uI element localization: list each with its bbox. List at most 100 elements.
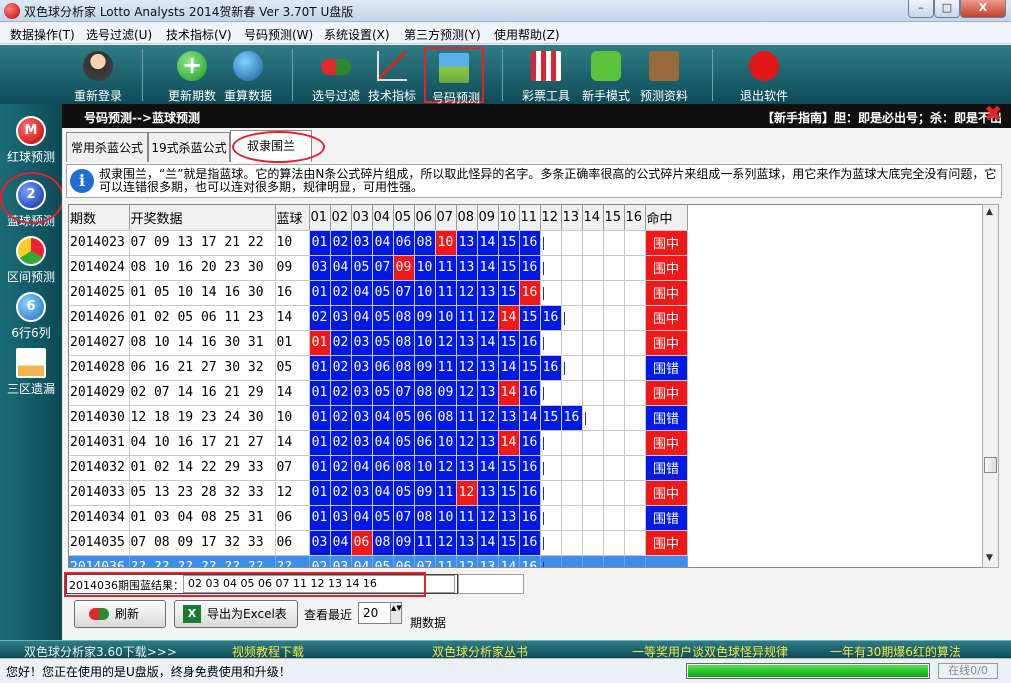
cell-num: 05 [372, 330, 394, 356]
minimize-button[interactable]: – [908, 0, 934, 18]
cell-num: 05 [372, 280, 394, 306]
spinner-arrows-icon[interactable]: ▲▼ [390, 603, 402, 623]
export-excel-button[interactable]: X 导出为Excel表 [174, 600, 298, 628]
cell-num: 16 [540, 305, 562, 331]
header-num: 14 [582, 205, 604, 231]
table-row[interactable]: 2014033 05 13 23 28 32 33 12 01 02 03 04 05 09 11… [69, 480, 688, 506]
table-row[interactable]: 2014030 12 18 19 23 24 30 10 01 02 03 04 05 06 08… [69, 405, 688, 431]
predict-button[interactable]: 号码预测 [424, 47, 484, 105]
cell-num: 11 [435, 480, 457, 506]
cell-empty [624, 330, 646, 356]
close-window-button[interactable]: X [960, 0, 1006, 18]
cell-num: 05 [393, 430, 415, 456]
menu-filter[interactable]: 选号过滤(U) [86, 26, 152, 43]
cell-num: 15 [498, 230, 520, 256]
table-row[interactable]: 2014023 07 09 13 17 21 22 10 01 02 03 04 06 08 10… [69, 230, 688, 256]
cell-num: 06 [351, 530, 373, 556]
table-row[interactable]: 2014029 02 07 14 16 21 29 14 01 02 03 05 07 08 09… [69, 380, 688, 406]
relogin-button[interactable]: 重新登录 [68, 47, 128, 103]
cell-marker [540, 530, 562, 556]
cell-num: 10 [435, 305, 457, 331]
maximize-button[interactable]: □ [934, 0, 960, 18]
novice-mode-button[interactable]: 新手模式 [576, 47, 636, 103]
cell-num: 08 [435, 405, 457, 431]
cell-num: 11 [456, 405, 478, 431]
cell-period: 2014031 [69, 430, 130, 456]
tab-common-kill[interactable]: 常用杀蓝公式 [66, 132, 148, 162]
tab-19-formula[interactable]: 19式杀蓝公式 [148, 132, 230, 162]
lotto-app-icon [4, 3, 20, 19]
header-period: 期数 [69, 205, 130, 231]
excel-icon: X [183, 605, 201, 623]
scroll-down-icon[interactable]: ▼ [986, 553, 993, 563]
table-row[interactable]: 2014032 01 02 14 22 29 33 07 01 02 04 06 08 10 12… [69, 455, 688, 481]
scroll-thumb[interactable] [984, 457, 997, 473]
user-icon [83, 51, 113, 81]
table-row[interactable]: 2014026 01 02 05 06 11 23 14 02 03 04 05 08 09 10… [69, 305, 688, 331]
result-extra-field[interactable] [458, 574, 524, 594]
periods-spinner[interactable]: 20 ▲▼ [358, 602, 402, 624]
cell-num: 03 [351, 480, 373, 506]
cell-num: 03 [309, 530, 331, 556]
header-num: 15 [603, 205, 625, 231]
cell-empty [561, 480, 583, 506]
cell-period: 2014028 [69, 355, 130, 381]
cell-empty [624, 405, 646, 431]
cell-marker [540, 505, 562, 531]
menu-indicators[interactable]: 技术指标(V) [166, 26, 232, 43]
close-icon[interactable]: ✖ [984, 104, 1006, 126]
toolbar-separator [712, 49, 713, 101]
sidebar-item-three-zone[interactable]: 三区遗漏 [0, 340, 62, 400]
table-row[interactable]: 2014034 01 03 04 08 25 31 06 01 03 04 05 07 08 10… [69, 505, 688, 531]
cell-num: 04 [351, 305, 373, 331]
scroll-up-icon[interactable]: ▲ [986, 207, 993, 217]
sidebar-item-zone[interactable]: 区间预测 [0, 228, 62, 288]
cell-hit: 围中 [645, 305, 688, 331]
table-row[interactable]: 2014027 08 10 14 16 30 31 01 01 02 03 05 08 10 12… [69, 330, 688, 356]
cell-num: 04 [351, 505, 373, 531]
predict-data-button[interactable]: 预测资料 [634, 47, 694, 103]
cell-hit: 围中 [645, 255, 688, 281]
store-icon [531, 51, 561, 81]
cell-num: 07 [393, 505, 415, 531]
briefcase-icon [649, 51, 679, 81]
cell-num: 01 [309, 480, 331, 506]
cell-marker [540, 555, 562, 567]
cell-num: 16 [519, 230, 541, 256]
table-row[interactable]: 2014025 01 05 10 14 16 30 16 01 02 04 05 07 10 11… [69, 280, 688, 306]
menu-third-party[interactable]: 第三方预测(Y) [404, 26, 481, 43]
cell-num: 11 [456, 305, 478, 331]
sidebar-item-6x6[interactable]: 6 6行6列 [0, 284, 62, 344]
table-row[interactable]: 2014031 04 10 16 17 21 27 14 01 02 03 04 05 06 10… [69, 430, 688, 456]
cell-empty [603, 255, 625, 281]
globe-icon [233, 51, 263, 81]
header-num: 09 [477, 205, 499, 231]
cell-period: 2014025 [69, 280, 130, 306]
cell-num: 02 [330, 455, 352, 481]
lottery-tools-button[interactable]: 彩票工具 [516, 47, 576, 103]
cell-num: 13 [477, 430, 499, 456]
menu-help[interactable]: 使用帮助(Z) [494, 26, 560, 43]
menu-data-ops[interactable]: 数据操作(T) [10, 26, 75, 43]
refresh-button[interactable]: 刷新 [74, 600, 166, 628]
table-row[interactable]: 2014024 08 10 16 20 23 30 09 03 04 05 07 09 10 11… [69, 255, 688, 281]
cell-blue: 14 [275, 380, 310, 406]
cell-hit: 围错 [645, 355, 688, 381]
table-row[interactable]: 2014028 06 16 21 27 30 32 05 01 02 03 06 08 09 11… [69, 355, 688, 381]
sidebar-item-red-ball[interactable]: M 红球预测 [0, 108, 62, 168]
vertical-scrollbar[interactable]: ▲ ▼ [982, 204, 999, 568]
recalc-button[interactable]: 重算数据 [218, 47, 278, 103]
menu-predict[interactable]: 号码预测(W) [244, 26, 313, 43]
indicators-button[interactable]: 技术指标 [362, 47, 422, 103]
cell-num: 12 [435, 455, 457, 481]
cell-num: 13 [477, 480, 499, 506]
table-row[interactable]: 2014035 07 08 09 17 32 33 06 03 04 06 08 09 11 12… [69, 530, 688, 556]
cell-draw: 07 08 09 17 32 33 [129, 530, 276, 556]
cell-empty [603, 505, 625, 531]
table-row[interactable]: 2014036?? ?? ?? ?? ?? ???? 02 03 04 05 06 07 11… [69, 555, 688, 567]
exit-button[interactable]: 退出软件 [734, 47, 794, 103]
progress-fill [688, 665, 928, 677]
cell-num: 13 [456, 330, 478, 356]
menu-settings[interactable]: 系统设置(X) [324, 26, 390, 43]
cell-draw: 12 18 19 23 24 30 [129, 405, 276, 431]
